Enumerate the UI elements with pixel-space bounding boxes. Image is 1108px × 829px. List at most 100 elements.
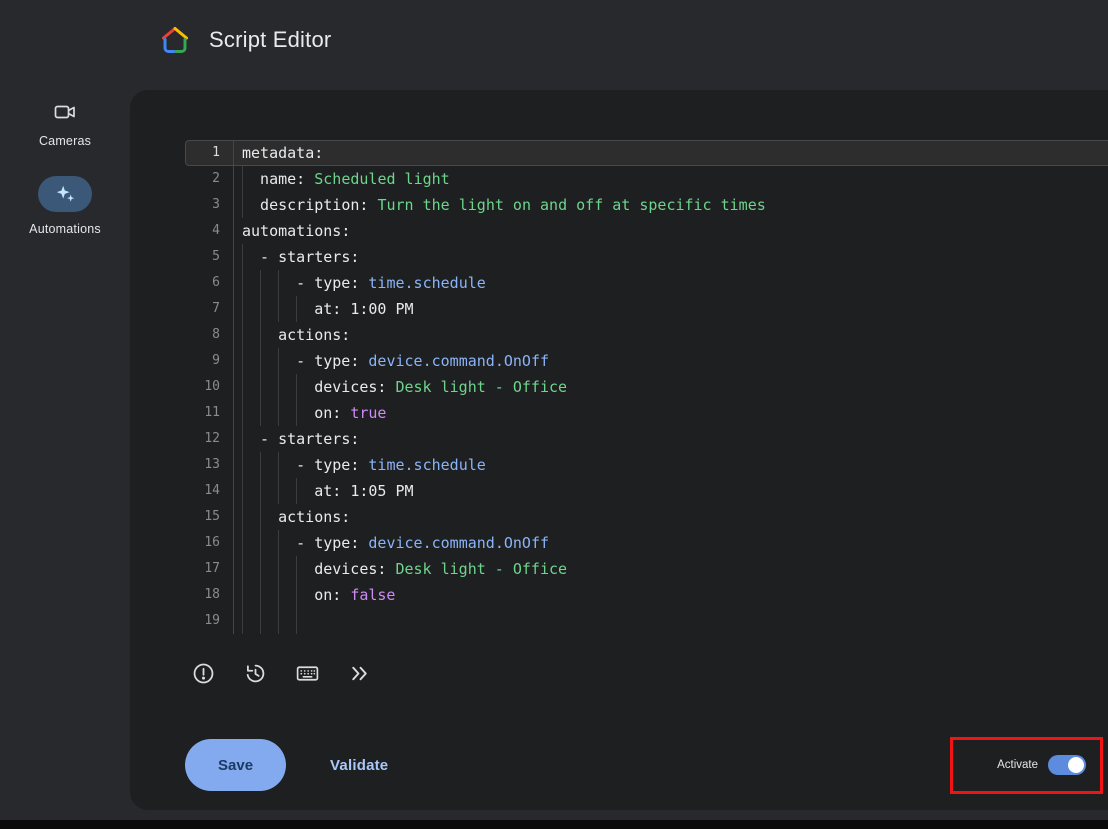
more-tools-button[interactable] xyxy=(346,660,372,686)
code-line-14[interactable]: 14at: 1:05 PM xyxy=(185,478,1108,504)
indent-guide xyxy=(260,608,278,634)
code-line-text: on: false xyxy=(233,582,1108,608)
double-chevron-icon xyxy=(347,661,372,686)
code-line-text: - starters: xyxy=(233,244,1108,270)
code-line-18[interactable]: 18on: false xyxy=(185,582,1108,608)
bottom-strip xyxy=(0,820,1108,829)
indent-guide xyxy=(296,296,314,322)
indent-guide xyxy=(260,400,278,426)
code-line-text: actions: xyxy=(233,322,1108,348)
indent-guide xyxy=(278,400,296,426)
indent-guide xyxy=(242,504,260,530)
indent-guide xyxy=(260,478,278,504)
save-button[interactable]: Save xyxy=(185,739,286,791)
indent-guide xyxy=(242,582,260,608)
line-number: 15 xyxy=(185,504,233,530)
code-line-text: name: Scheduled light xyxy=(233,166,1108,192)
indent-guide xyxy=(242,270,260,296)
code-line-8[interactable]: 8actions: xyxy=(185,322,1108,348)
sidebar-item-label: Automations xyxy=(29,222,101,236)
indent-guide xyxy=(260,374,278,400)
line-number: 2 xyxy=(185,166,233,192)
validate-button[interactable]: Validate xyxy=(324,756,394,775)
line-number: 19 xyxy=(185,608,233,634)
indent-guide xyxy=(260,322,278,348)
sidebar-item-cameras[interactable]: Cameras xyxy=(39,100,91,148)
indent-guide xyxy=(260,348,278,374)
line-number: 5 xyxy=(185,244,233,270)
code-line-text: description: Turn the light on and off a… xyxy=(233,192,1108,218)
indent-guide xyxy=(260,270,278,296)
code-line-10[interactable]: 10devices: Desk light - Office xyxy=(185,374,1108,400)
problems-button[interactable] xyxy=(190,660,216,686)
code-line-11[interactable]: 11on: true xyxy=(185,400,1108,426)
automations-icon xyxy=(38,176,92,212)
indent-guide xyxy=(278,556,296,582)
line-number: 8 xyxy=(185,322,233,348)
indent-guide xyxy=(278,582,296,608)
code-line-text: devices: Desk light - Office xyxy=(233,556,1108,582)
indent-guide xyxy=(242,478,260,504)
indent-guide xyxy=(278,452,296,478)
indent-guide xyxy=(260,452,278,478)
code-line-text xyxy=(233,608,1108,634)
code-line-text: metadata: xyxy=(233,140,1108,166)
code-line-3[interactable]: 3description: Turn the light on and off … xyxy=(185,192,1108,218)
line-number: 6 xyxy=(185,270,233,296)
indent-guide xyxy=(242,452,260,478)
camera-icon xyxy=(53,100,77,124)
code-line-19[interactable]: 19 xyxy=(185,608,1108,634)
indent-guide xyxy=(260,504,278,530)
activate-toggle[interactable] xyxy=(1048,755,1086,775)
code-line-13[interactable]: 13- type: time.schedule xyxy=(185,452,1108,478)
indent-guide xyxy=(296,608,314,634)
indent-guide xyxy=(296,400,314,426)
code-line-text: - type: device.command.OnOff xyxy=(233,348,1108,374)
activate-label: Activate xyxy=(997,759,1038,771)
code-line-12[interactable]: 12- starters: xyxy=(185,426,1108,452)
page-title: Script Editor xyxy=(209,27,331,53)
app-header: Script Editor xyxy=(159,22,331,58)
code-line-4[interactable]: 4automations: xyxy=(185,218,1108,244)
code-line-1[interactable]: 1metadata: xyxy=(185,140,1108,166)
line-number: 16 xyxy=(185,530,233,556)
code-line-text: - type: time.schedule xyxy=(233,452,1108,478)
indent-guide xyxy=(242,192,260,218)
code-line-17[interactable]: 17devices: Desk light - Office xyxy=(185,556,1108,582)
line-number: 10 xyxy=(185,374,233,400)
indent-guide xyxy=(278,270,296,296)
indent-guide xyxy=(278,608,296,634)
history-icon xyxy=(243,661,268,686)
history-button[interactable] xyxy=(242,660,268,686)
indent-guide xyxy=(278,296,296,322)
code-lines: 1metadata:2name: Scheduled light3descrip… xyxy=(185,140,1108,634)
code-line-text: - type: time.schedule xyxy=(233,270,1108,296)
code-line-5[interactable]: 5- starters: xyxy=(185,244,1108,270)
code-line-2[interactable]: 2name: Scheduled light xyxy=(185,166,1108,192)
code-editor[interactable]: 1metadata:2name: Scheduled light3descrip… xyxy=(185,140,1108,640)
keyboard-icon xyxy=(295,661,320,686)
line-number: 3 xyxy=(185,192,233,218)
indent-guide xyxy=(242,530,260,556)
indent-guide xyxy=(296,582,314,608)
code-line-15[interactable]: 15actions: xyxy=(185,504,1108,530)
code-line-9[interactable]: 9- type: device.command.OnOff xyxy=(185,348,1108,374)
code-line-text: on: true xyxy=(233,400,1108,426)
toggle-knob xyxy=(1068,757,1084,773)
indent-guide xyxy=(296,478,314,504)
keyboard-button[interactable] xyxy=(294,660,320,686)
indent-guide xyxy=(242,400,260,426)
line-number: 4 xyxy=(185,218,233,244)
indent-guide xyxy=(242,244,260,270)
code-line-7[interactable]: 7at: 1:00 PM xyxy=(185,296,1108,322)
editor-panel: 1metadata:2name: Scheduled light3descrip… xyxy=(130,90,1108,810)
indent-guide xyxy=(242,166,260,192)
indent-guide xyxy=(260,582,278,608)
code-line-6[interactable]: 6- type: time.schedule xyxy=(185,270,1108,296)
sidebar-item-automations[interactable]: Automations xyxy=(29,176,101,236)
code-line-16[interactable]: 16- type: device.command.OnOff xyxy=(185,530,1108,556)
indent-guide xyxy=(242,426,260,452)
indent-guide xyxy=(242,374,260,400)
code-line-text: at: 1:00 PM xyxy=(233,296,1108,322)
footer-bar: Save Validate Activate xyxy=(185,738,1086,792)
